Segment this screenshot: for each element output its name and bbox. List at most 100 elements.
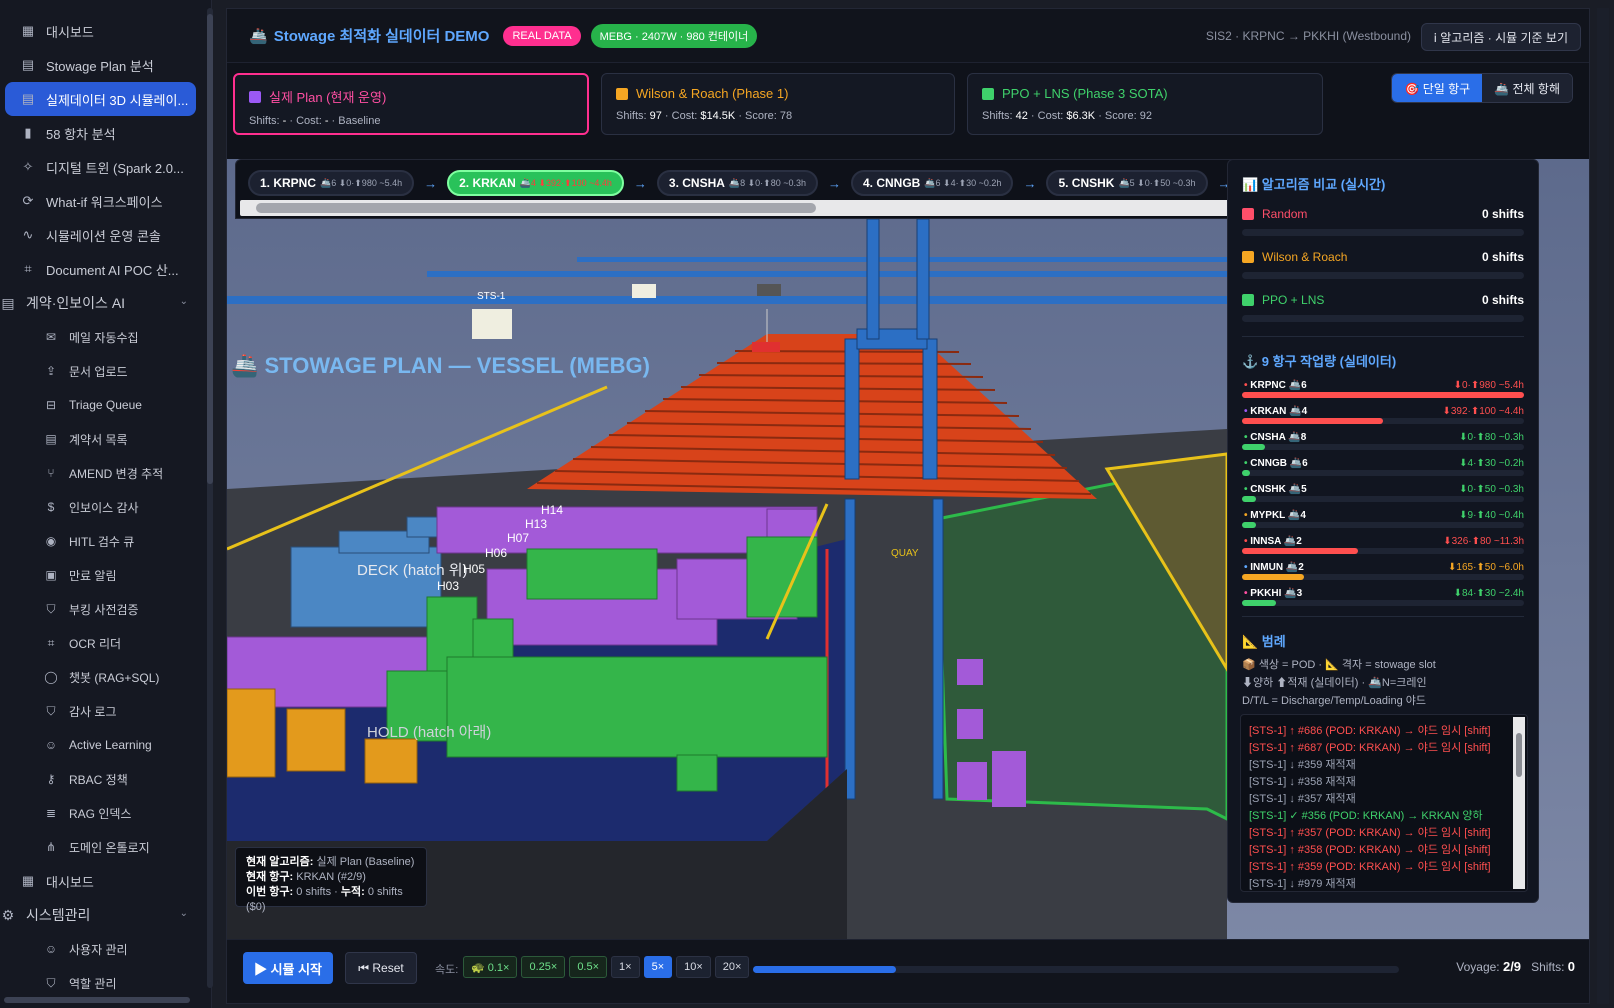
sidebar-item[interactable]: ⋔ 도메인 온톨로지 [0, 830, 204, 864]
voyage-progress-bar[interactable] [753, 966, 1399, 973]
algorithm-info-button[interactable]: ⅰ 알고리즘 · 시뮬 기준 보기 [1420, 23, 1581, 51]
sidebar-item[interactable]: ⟳ What-if 워크스페이스 [0, 184, 204, 218]
speed-option[interactable]: 0.25× [521, 956, 566, 978]
port-workload-fill [1242, 392, 1524, 398]
port-strip-scrollbar[interactable] [240, 200, 1234, 216]
sidebar-item[interactable]: ∿ 시뮬레이션 운영 콘솔 [0, 218, 204, 252]
algo-color-swatch [1242, 251, 1254, 263]
stats-tail: · Baseline [328, 115, 381, 127]
sidebar-item-label: RBAC 정책 [69, 772, 128, 787]
sidebar-item-label: 챗봇 (RAG+SQL) [69, 670, 160, 685]
single-port-tab[interactable]: 🎯 단일 항구 [1392, 74, 1483, 102]
sidebar-item[interactable]: ⛉ 부킹 사전검증 [0, 592, 204, 626]
sidebar-item[interactable]: ▦ 대시보드 [0, 864, 204, 898]
algo-color-swatch [1242, 208, 1254, 220]
full-voyage-tab[interactable]: 🚢 전체 항해 [1482, 74, 1572, 102]
algo-card-baseline[interactable]: 실제 Plan (현재 운영) Shifts: - · Cost: - · Ba… [233, 73, 589, 135]
sidebar-item[interactable]: ▣ 만료 알림 [0, 558, 204, 592]
start-simulation-button[interactable]: ▶ 시뮬 시작 [243, 952, 333, 984]
speed-option[interactable]: 20× [714, 956, 750, 978]
sidebar-item[interactable]: ⌗ Document AI POC 산... [0, 252, 204, 286]
sidebar-item[interactable]: ⛉ 감사 로그 [0, 694, 204, 728]
sidebar-item[interactable]: ☺ Active Learning [0, 728, 204, 762]
hold-label: HOLD (hatch 아래) [367, 724, 491, 741]
speed-option[interactable]: 0.5× [569, 956, 608, 978]
stats-tail: · Score: 78 [735, 110, 793, 122]
port-chip[interactable]: 4. CNNGB 🚢6 ⬇4·⬆30 ~0.2h [851, 170, 1014, 196]
port-chip[interactable]: 5. CNSHK 🚢5 ⬇0·⬆50 ~0.3h [1046, 170, 1208, 196]
divider [1242, 616, 1524, 617]
sidebar-horizontal-scrollbar[interactable] [4, 997, 190, 1003]
chevron-down-icon[interactable]: ⌄ [180, 908, 188, 919]
reset-button[interactable]: ⏮ Reset [345, 952, 417, 984]
sidebar-item[interactable]: ▤ Stowage Plan 분석 [0, 48, 204, 82]
bar-chart-icon: ▮ [24, 125, 32, 140]
speed-option[interactable]: 5× [643, 956, 673, 978]
event-log-scrollbar[interactable] [1513, 717, 1525, 889]
sidebar-scrollbar[interactable] [207, 8, 213, 988]
port-workload-bar [1242, 392, 1524, 398]
sidebar-item[interactable]: ⛉ 역할 관리 [0, 966, 204, 1000]
sidebar-scroll-thumb[interactable] [207, 14, 213, 484]
sidebar-item[interactable]: ✧ 디지털 트윈 (Spark 2.0... [0, 150, 204, 184]
sidebar-item[interactable]: ▮ 58 항차 분석 [0, 116, 204, 150]
port-workload-name-text: CNNGB 🚢6 [1250, 458, 1308, 469]
speed-option[interactable]: 1× [611, 956, 640, 978]
speed-option[interactable]: 10× [676, 956, 711, 978]
sidebar-item[interactable]: ▦ 대시보드 [0, 14, 204, 48]
sidebar-item[interactable]: ⑂ AMEND 변경 추적 [0, 456, 204, 490]
sidebar-item[interactable]: ▤ 실제데이터 3D 시뮬레이... [5, 82, 196, 116]
ship-icon: 🚢 [249, 27, 268, 45]
sidebar-item[interactable]: ▤ 계약서 목록 [0, 422, 204, 456]
main-scrollbar[interactable] [1597, 8, 1609, 1004]
stats-cost: $6.3K [1066, 110, 1096, 122]
info-this-label: 이번 항구: [246, 886, 294, 898]
divider [1242, 336, 1524, 337]
port-workload-row: • CNSHK 🚢5 ⬇0·⬆50 ~0.3h [1242, 482, 1524, 508]
port-workload-bar [1242, 444, 1524, 450]
algo-shifts-value: 0 shifts [1481, 250, 1524, 264]
speed-option[interactable]: 🐢 0.1× [463, 956, 518, 978]
sidebar-item-label: 메일 자동수집 [69, 330, 139, 345]
stats-prefix: Shifts: [249, 115, 283, 127]
sidebar-item-label: 시스템관리 [26, 907, 91, 923]
port-strip-scroll-thumb[interactable] [256, 203, 816, 213]
log-entry: [STS-1] ↓ #979 재적재 [1249, 878, 1356, 890]
algo-card-ppo-lns[interactable]: PPO + LNS (Phase 3 SOTA) Shifts: 42 · Co… [967, 73, 1323, 135]
info-port: 현재 항구: KRKAN (#2/9) [246, 870, 416, 885]
sidebar-item[interactable]: ⚙ 시스템관리 ⌄ [0, 898, 204, 932]
refresh-icon: ⟳ [22, 193, 34, 208]
port-workload-name-text: CNSHK 🚢5 [1250, 484, 1307, 495]
sidebar-item[interactable]: ✉ 메일 자동수집 [0, 320, 204, 354]
sidebar-item[interactable]: ≣ RAG 인덱스 [0, 796, 204, 830]
document-icon: ▤ [21, 91, 35, 106]
port-workload-name: • MYPKL 🚢4 [1244, 510, 1306, 521]
port-chip[interactable]: 2. KRKAN 🚢4 ⬇392·⬆100 ~4.4h [447, 170, 624, 196]
sidebar-item[interactable]: ⇪ 문서 업로드 [0, 354, 204, 388]
event-log-scroll-thumb[interactable] [1516, 733, 1522, 777]
port-workload-name-text: MYPKL 🚢4 [1250, 510, 1306, 521]
sidebar-item[interactable]: ☺ 사용자 관리 [0, 932, 204, 966]
info-algo-label: 현재 알고리즘: [246, 856, 314, 868]
algo-shifts-value: 0 shifts [1481, 293, 1524, 307]
sidebar-item[interactable]: ◉ HITL 검수 큐 [0, 524, 204, 558]
shield-icon: ⛉ [46, 975, 56, 990]
sidebar-item[interactable]: $ 인보이스 감사 [0, 490, 204, 524]
port-sequence-strip: 1. KRPNC 🚢6 ⬇0·⬆980 ~5.4h → 2. KRKAN 🚢4 ⬇392… [235, 159, 1239, 219]
sidebar-item[interactable]: ⌗ OCR 리더 [0, 626, 204, 660]
sidebar-item[interactable]: ⚷ RBAC 정책 [0, 762, 204, 796]
sidebar-item[interactable]: ⊟ Triage Queue [0, 388, 204, 422]
port-chip-meta: 🚢8 ⬇0·⬆80 ~0.3h [728, 177, 806, 188]
sidebar-item[interactable]: ▤ 계약·인보이스 AI ⌄ [0, 286, 204, 320]
event-log-rows: [STS-1] ↑ #686 (POD: KRKAN) → 야드 임시 [shi… [1249, 723, 1503, 891]
algo-card-wilson-roach[interactable]: Wilson & Roach (Phase 1) Shifts: 97 · Co… [601, 73, 955, 135]
scene-title: 🚢 STOWAGE PLAN — VESSEL (MEBG) [231, 353, 650, 378]
chevron-down-icon[interactable]: ⌄ [180, 296, 188, 307]
port-chip[interactable]: 3. CNSHA 🚢8 ⬇0·⬆80 ~0.3h [656, 170, 818, 196]
event-log[interactable]: [STS-1] ↑ #686 (POD: KRKAN) → 야드 임시 [shi… [1240, 714, 1528, 892]
port-chip[interactable]: 1. KRPNC 🚢6 ⬇0·⬆980 ~5.4h [248, 170, 415, 196]
sidebar-item-label: 대시보드 [46, 874, 94, 890]
legend: 📦 색상 = POD · 📐 격자 = stowage slot ⬇양하 ⬆적재… [1242, 656, 1524, 710]
sidebar-item[interactable]: ◯ 챗봇 (RAG+SQL) [0, 660, 204, 694]
baseline-swatch [249, 90, 261, 103]
